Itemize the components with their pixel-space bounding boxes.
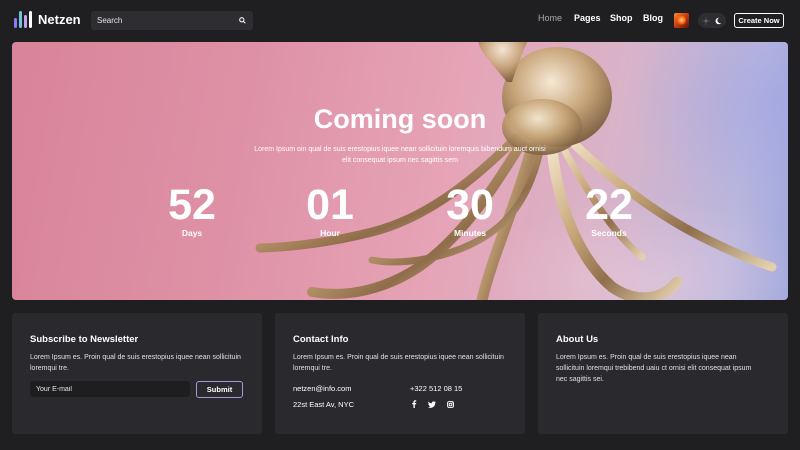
countdown-value: 52 (168, 181, 216, 229)
about-title: About Us (556, 334, 599, 345)
about-text: Lorem Ipsum es. Proin qual de suis erest… (556, 354, 752, 383)
contact-address: 22st East Av, NYC (293, 400, 354, 409)
search-box[interactable] (91, 11, 253, 30)
nav-home[interactable]: Home (538, 13, 562, 23)
hero-subtitle: Lorem Ipsum oin qual de suis erestopius … (254, 146, 546, 164)
contact-text: Lorem Ipsum es. Proin qual de suis erest… (293, 354, 504, 372)
octopus-image (255, 42, 777, 300)
nav-shop[interactable]: Shop (610, 13, 633, 23)
brand-logo[interactable]: Netzen (14, 10, 81, 28)
coming-soon-title: Coming soon (313, 104, 487, 134)
hero-banner: Coming soon Lorem Ipsum oin qual de suis… (12, 42, 788, 300)
user-avatar[interactable] (674, 13, 689, 28)
newsletter-text: Lorem Ipsum es. Proin qual de suis erest… (30, 354, 241, 372)
theme-toggle[interactable] (698, 13, 726, 28)
search-input[interactable] (97, 16, 237, 25)
logo-mark-icon (14, 10, 32, 28)
contact-phone[interactable]: +322 512 08 15 (410, 384, 462, 393)
countdown-seconds: 22 Seconds (564, 182, 654, 238)
top-bar: Netzen Home Pages Shop Blog Create Now (0, 0, 800, 42)
create-now-button[interactable]: Create Now (734, 13, 784, 28)
countdown-days: 52 Days (147, 182, 237, 238)
newsletter-title: Subscribe to Newsletter (30, 334, 139, 345)
nav-blog[interactable]: Blog (643, 13, 663, 23)
countdown-label: Minutes (453, 228, 487, 238)
twitter-icon[interactable] (428, 400, 436, 408)
sun-icon[interactable] (701, 16, 711, 26)
moon-icon[interactable] (713, 16, 723, 26)
nav-pages[interactable]: Pages (574, 13, 601, 23)
newsletter-card: Subscribe to Newsletter Lorem Ipsum es. … (12, 313, 262, 434)
facebook-icon[interactable] (410, 400, 418, 408)
about-card: About Us Lorem Ipsum es. Proin qual de s… (538, 313, 788, 434)
contact-email[interactable]: netzen@info.com (293, 384, 351, 393)
countdown-value: 22 (585, 181, 633, 229)
countdown-label: Hour (320, 228, 340, 238)
countdown-label: Seconds (591, 228, 627, 238)
instagram-icon[interactable] (446, 400, 454, 408)
search-icon[interactable] (237, 16, 247, 26)
brand-name: Netzen (38, 11, 81, 27)
countdown-value: 01 (306, 181, 354, 229)
countdown-label: Days (181, 228, 203, 238)
submit-button[interactable]: Submit (196, 381, 243, 398)
contact-title: Contact Info (293, 334, 349, 345)
countdown-hour: 01 Hour (285, 182, 375, 238)
email-input[interactable] (30, 381, 190, 397)
countdown-minutes: 30 Minutes (425, 182, 515, 238)
countdown-value: 30 (446, 181, 494, 229)
social-links (410, 400, 454, 408)
contact-card: Contact Info Lorem Ipsum es. Proin qual … (275, 313, 525, 434)
